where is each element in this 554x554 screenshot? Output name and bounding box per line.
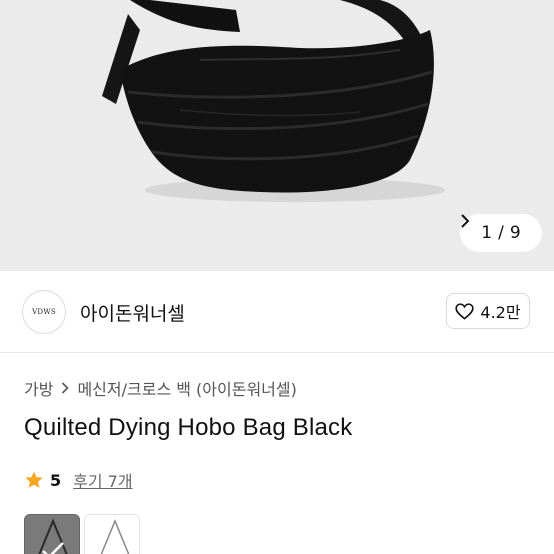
- seller-name[interactable]: 아이돈워너셀: [80, 299, 185, 326]
- color-options: [24, 514, 140, 554]
- rating-row: 5 후기 7개: [24, 468, 133, 492]
- star-icon: [25, 471, 43, 488]
- current-page: 1: [481, 223, 493, 243]
- product-image-gallery[interactable]: 1 / 9: [0, 0, 554, 271]
- color-option-black[interactable]: [24, 514, 80, 554]
- breadcrumb-item-category[interactable]: 가방: [24, 376, 53, 400]
- heart-outline-icon: [455, 302, 475, 320]
- rating-value: 5: [50, 470, 62, 490]
- seller-logo[interactable]: VDWS: [22, 290, 66, 334]
- like-button[interactable]: 4.2만: [446, 293, 530, 329]
- breadcrumb-item-subcategory[interactable]: 메신저/크로스 백 (아이돈워너셀): [77, 376, 296, 400]
- seller-logo-text: VDWS: [32, 308, 56, 316]
- black-bag-thumbnail: [38, 518, 68, 554]
- review-link[interactable]: 후기 7개: [73, 468, 132, 492]
- white-bag-thumbnail: [100, 519, 130, 554]
- image-page-indicator[interactable]: 1 / 9: [460, 214, 542, 252]
- chevron-right-icon: [461, 214, 470, 228]
- like-count: 4.2만: [480, 303, 521, 322]
- page-separator: /: [498, 223, 504, 243]
- color-option-white[interactable]: [84, 514, 140, 554]
- product-title: Quilted Dying Hobo Bag Black: [24, 414, 353, 441]
- seller-row[interactable]: VDWS 아이돈워너셀 4.2만: [0, 271, 554, 353]
- total-pages: 9: [509, 223, 521, 243]
- chevron-right-icon: [62, 382, 70, 394]
- breadcrumb: 가방 메신저/크로스 백 (아이돈워너셀): [24, 376, 297, 400]
